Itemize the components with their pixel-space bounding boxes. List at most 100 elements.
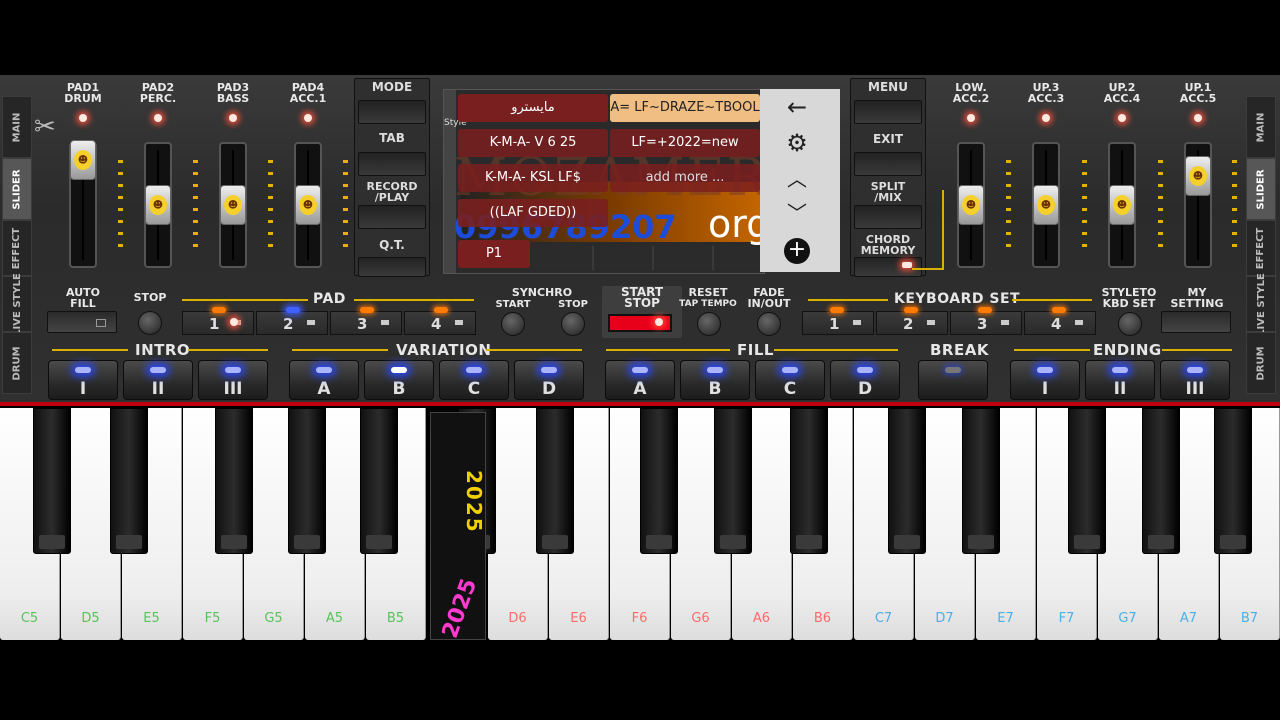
black-key[interactable] <box>288 408 326 554</box>
style-item[interactable]: LF=+2022=new <box>610 129 760 157</box>
black-key[interactable] <box>33 408 71 554</box>
black-key[interactable] <box>790 408 828 554</box>
smiley-icon: ☻ <box>1037 195 1055 215</box>
back-arrow-icon[interactable]: ← <box>780 92 814 122</box>
menu-button[interactable] <box>854 100 922 124</box>
black-key[interactable] <box>1068 408 1106 554</box>
fill-button-a[interactable]: A <box>605 360 675 400</box>
stop-knob[interactable] <box>138 311 162 335</box>
chevron-down-icon[interactable]: ﹀ <box>780 198 814 228</box>
tap-tempo-knob[interactable] <box>697 312 721 336</box>
style-item-selected[interactable]: A= LF~DRAZE~TBOOL <box>610 94 760 122</box>
chevron-up-icon[interactable]: ︿ <box>780 164 814 194</box>
fill-button-c[interactable]: C <box>755 360 825 400</box>
pad2-slider-handle[interactable]: ☻ <box>145 185 171 225</box>
auto-fill-button[interactable] <box>47 311 117 333</box>
section-line <box>774 349 898 351</box>
kbd-set-button-2[interactable]: 2 <box>876 311 948 335</box>
tab-live-style-right[interactable]: LIVE STYLE <box>1246 273 1276 335</box>
black-key[interactable] <box>962 408 1000 554</box>
fill-button-b[interactable]: B <box>680 360 750 400</box>
my-setting-label: MY SETTING <box>1170 286 1224 310</box>
button-label: B <box>392 379 406 399</box>
variation-button-a[interactable]: A <box>289 360 359 400</box>
style-item[interactable]: ((LAF GDED)) <box>458 199 608 227</box>
variation-button-b[interactable]: B <box>364 360 434 400</box>
tab-effect-right[interactable]: EFFECT <box>1246 220 1276 276</box>
black-key[interactable] <box>110 408 148 554</box>
key-note-label: A7 <box>1179 611 1198 626</box>
pad-button-2[interactable]: 2 <box>256 311 328 335</box>
black-key[interactable] <box>888 408 926 554</box>
black-key[interactable] <box>536 408 574 554</box>
black-key[interactable] <box>215 408 253 554</box>
kbd-set-button-4[interactable]: 4 <box>1024 311 1096 335</box>
gear-icon[interactable]: ⚙ <box>780 128 814 158</box>
pad-button-3[interactable]: 3 <box>330 311 402 335</box>
synchro-stop-knob[interactable] <box>561 312 585 336</box>
tab-live-style-left[interactable]: LIVE STYLE <box>2 273 32 335</box>
up3-acc3-slider-handle[interactable]: ☻ <box>1033 185 1059 225</box>
key-note-label: E5 <box>143 611 160 626</box>
tab-main-left[interactable]: MAIN <box>2 96 32 158</box>
connector-line <box>912 268 944 270</box>
fill-button-d[interactable]: D <box>830 360 900 400</box>
kbd-set-button-3[interactable]: 3 <box>950 311 1022 335</box>
key-note-label: D5 <box>81 611 100 626</box>
black-key[interactable] <box>714 408 752 554</box>
add-more-item[interactable]: add more ... <box>610 164 760 192</box>
add-circle-icon[interactable]: + <box>784 238 810 264</box>
pad-button-4[interactable]: 4 <box>404 311 476 335</box>
ending-button-3[interactable]: III <box>1160 360 1230 400</box>
slider-ticks <box>1232 160 1237 250</box>
mode-button[interactable] <box>358 100 426 124</box>
style-item[interactable]: مايسترو <box>458 94 608 122</box>
ending-button-1[interactable]: I <box>1010 360 1080 400</box>
black-key[interactable] <box>1214 408 1252 554</box>
style-item[interactable]: K-M-A- V 6 25 <box>458 129 608 157</box>
synchro-start-knob[interactable] <box>501 312 525 336</box>
my-setting-button[interactable] <box>1161 311 1231 333</box>
intro-label: INTRO <box>135 341 191 359</box>
section-line <box>354 299 474 301</box>
pad4-slider-handle[interactable]: ☻ <box>295 185 321 225</box>
pad-button-1[interactable]: 1 <box>182 311 254 335</box>
black-key[interactable] <box>1142 408 1180 554</box>
synchro-label: SYNCHRO <box>511 286 573 299</box>
up1-acc5-slider-handle[interactable]: ☻ <box>1185 156 1211 196</box>
black-key[interactable] <box>640 408 678 554</box>
page-indicator[interactable]: P1 <box>458 240 530 268</box>
variation-button-d[interactable]: D <box>514 360 584 400</box>
break-button[interactable] <box>918 360 988 400</box>
intro-button-3[interactable]: III <box>198 360 268 400</box>
vertical-year-text: 2025 <box>462 470 486 534</box>
tab-drum-left[interactable]: DRUM <box>2 332 32 394</box>
style-item[interactable]: K-M-A- KSL LF$ <box>458 164 608 192</box>
up2-acc4-slider-handle[interactable]: ☻ <box>1109 185 1135 225</box>
qt-button[interactable] <box>358 257 426 277</box>
record-play-button[interactable] <box>358 205 426 229</box>
intro-button-1[interactable]: I <box>48 360 118 400</box>
low-acc2-slider-handle[interactable]: ☻ <box>958 185 984 225</box>
tab-drum-right[interactable]: DRUM <box>1246 332 1276 394</box>
start-stop-sparkle <box>655 318 663 326</box>
split-mix-button[interactable] <box>854 205 922 229</box>
variation-button-c[interactable]: C <box>439 360 509 400</box>
black-key[interactable] <box>360 408 398 554</box>
intro-button-2[interactable]: II <box>123 360 193 400</box>
tab-slider-left[interactable]: SLIDER <box>2 158 32 220</box>
tab-effect-left[interactable]: EFFECT <box>2 220 32 276</box>
pad1-slider-handle[interactable]: ☻ <box>70 140 96 180</box>
tab-slider-right[interactable]: SLIDER <box>1246 158 1276 220</box>
tab-button[interactable] <box>358 152 426 176</box>
chord-memory-button[interactable] <box>854 257 922 277</box>
style-to-kbd-knob[interactable] <box>1118 312 1142 336</box>
record-play-label: RECORD /PLAY <box>366 180 418 204</box>
pad1-led <box>79 114 87 122</box>
kbd-set-button-1[interactable]: 1 <box>802 311 874 335</box>
pad3-slider-handle[interactable]: ☻ <box>220 185 246 225</box>
exit-button[interactable] <box>854 152 922 176</box>
fade-knob[interactable] <box>757 312 781 336</box>
tab-main-right[interactable]: MAIN <box>1246 96 1276 158</box>
ending-button-2[interactable]: II <box>1085 360 1155 400</box>
